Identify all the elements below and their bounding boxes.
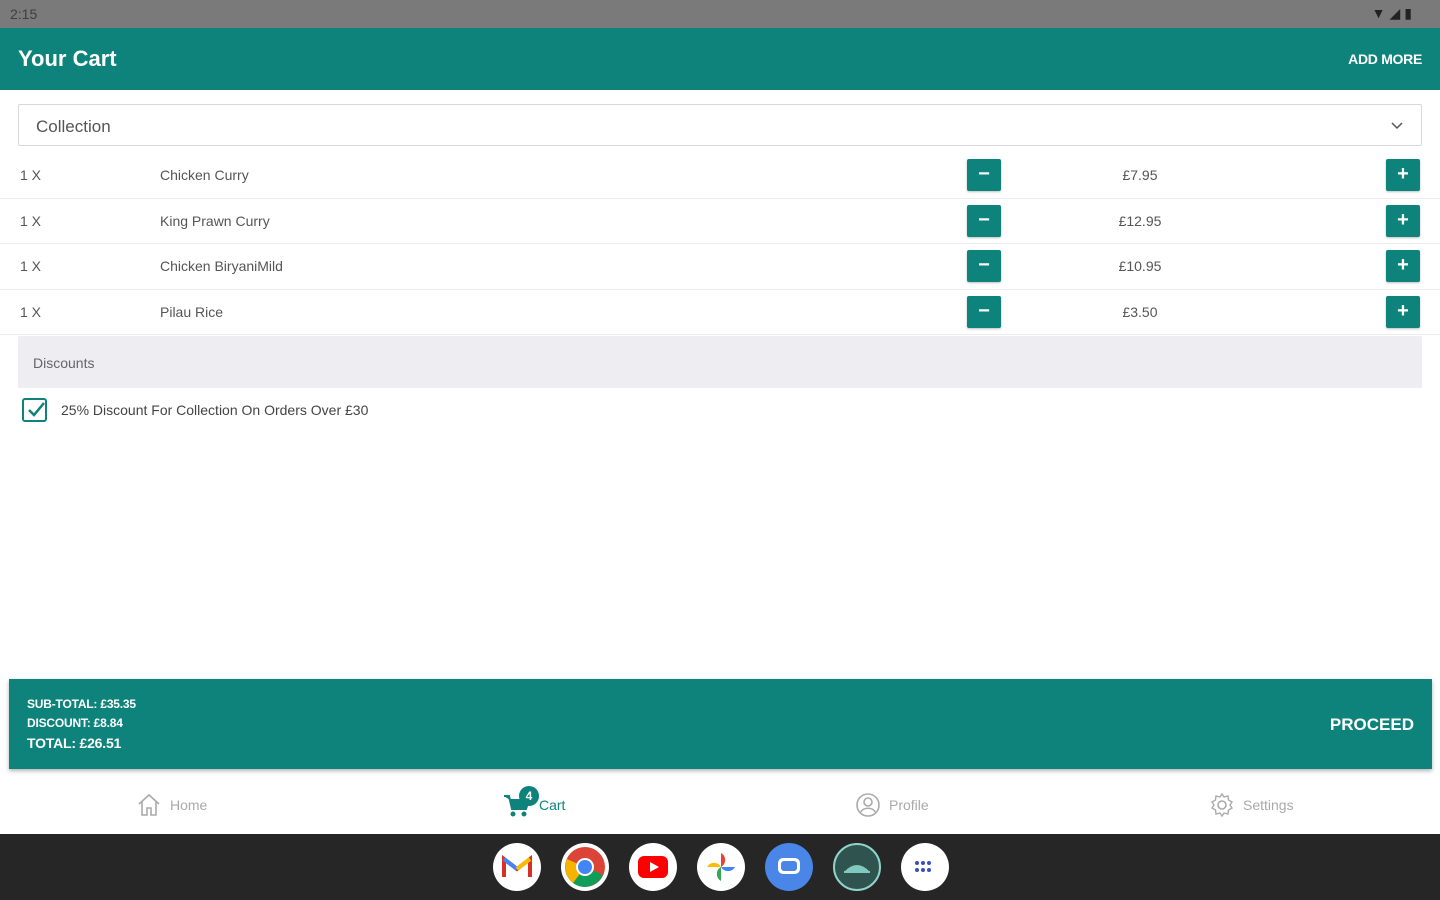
cart-items-list: 1 X Chicken Curry − £7.95 + 1 X King Pra… bbox=[0, 153, 1440, 336]
nav-item-home[interactable]: Home bbox=[136, 792, 207, 818]
item-name: Chicken Curry bbox=[160, 167, 249, 183]
item-qty: 1 X bbox=[20, 303, 42, 320]
subtotal-text: SUB-TOTAL: £35.35 bbox=[27, 697, 136, 711]
nav-item-settings[interactable]: Settings bbox=[1209, 792, 1294, 818]
increase-qty-button[interactable]: + bbox=[1386, 204, 1420, 237]
proceed-button[interactable]: PROCEED bbox=[1330, 715, 1414, 735]
item-name: Chicken BiryaniMild bbox=[160, 258, 283, 275]
system-dock bbox=[0, 834, 1440, 900]
nav-label-home: Home bbox=[170, 797, 208, 813]
photos-icon[interactable] bbox=[697, 843, 745, 891]
bottom-navigation: Home 4 Cart Profile Settings bbox=[0, 778, 1440, 834]
order-type-select[interactable]: Collection bbox=[18, 104, 1422, 146]
system-icons: ▼ ◢ ▮ bbox=[1372, 5, 1412, 21]
discounts-header: Discounts bbox=[18, 336, 1422, 388]
battery-icon: ▮ bbox=[1404, 5, 1412, 21]
cart-row: 1 X Pilau Rice − £3.50 + bbox=[0, 290, 1440, 336]
item-qty: 1 X bbox=[20, 212, 42, 229]
gear-icon bbox=[1211, 792, 1233, 818]
chevron-down-icon bbox=[1391, 122, 1403, 130]
cart-count-badge: 4 bbox=[519, 786, 539, 806]
increase-qty-button[interactable]: + bbox=[1386, 250, 1420, 283]
decrease-qty-button[interactable]: − bbox=[967, 159, 1001, 191]
item-qty: 1 X bbox=[20, 167, 42, 183]
item-price: £3.50 bbox=[1122, 303, 1158, 320]
item-name: Pilau Rice bbox=[160, 303, 224, 320]
discount-checkbox[interactable] bbox=[22, 398, 47, 422]
home-icon bbox=[138, 793, 160, 816]
decrease-qty-button[interactable]: − bbox=[967, 204, 1001, 237]
increase-qty-button[interactable]: + bbox=[1386, 295, 1420, 328]
youtube-icon[interactable] bbox=[629, 843, 677, 891]
order-summary-bar: SUB-TOTAL: £35.35 DISCOUNT: £8.84 TOTAL:… bbox=[9, 679, 1432, 769]
decrease-qty-button[interactable]: − bbox=[967, 250, 1001, 283]
item-price: £10.95 bbox=[1118, 258, 1162, 275]
restaurant-app-icon[interactable] bbox=[833, 843, 881, 891]
checkmark-icon bbox=[28, 402, 45, 417]
nav-label-profile: Profile bbox=[889, 797, 929, 813]
chrome-icon[interactable] bbox=[561, 843, 609, 891]
discount-text: DISCOUNT: £8.84 bbox=[27, 716, 123, 730]
item-price: £12.95 bbox=[1118, 212, 1162, 229]
item-price: £7.95 bbox=[1122, 167, 1158, 183]
status-bar: 2:15 ▼ ◢ ▮ bbox=[0, 0, 1440, 28]
total-text: TOTAL: £26.51 bbox=[27, 735, 122, 751]
decrease-qty-button[interactable]: − bbox=[967, 295, 1001, 328]
cart-row: 1 X Chicken Curry − £7.95 + bbox=[0, 153, 1440, 199]
cart-row: 1 X Chicken BiryaniMild − £10.95 + bbox=[0, 244, 1440, 290]
signal-icon: ◢ bbox=[1389, 5, 1401, 21]
gmail-icon[interactable] bbox=[493, 843, 541, 891]
app-bar: Your Cart ADD MORE bbox=[0, 28, 1440, 90]
wifi-icon: ▼ bbox=[1371, 5, 1386, 21]
order-type-value: Collection bbox=[36, 117, 111, 136]
page-title: Your Cart bbox=[18, 46, 117, 71]
nav-label-cart: Cart bbox=[539, 797, 566, 813]
item-name: King Prawn Curry bbox=[160, 212, 270, 229]
discount-label: 25% Discount For Collection On Orders Ov… bbox=[61, 402, 369, 418]
add-more-button[interactable]: ADD MORE bbox=[1348, 51, 1422, 67]
app-drawer-icon[interactable] bbox=[901, 843, 949, 891]
profile-icon bbox=[856, 793, 880, 817]
clock: 2:15 bbox=[10, 6, 38, 22]
nav-item-profile[interactable]: Profile bbox=[855, 792, 929, 818]
item-qty: 1 X bbox=[20, 258, 42, 275]
increase-qty-button[interactable]: + bbox=[1386, 159, 1420, 191]
cart-row: 1 X King Prawn Curry − £12.95 + bbox=[0, 199, 1440, 245]
discounts-title: Discounts bbox=[33, 355, 95, 371]
nav-item-cart[interactable]: 4 Cart bbox=[503, 786, 566, 818]
discount-option[interactable]: 25% Discount For Collection On Orders Ov… bbox=[22, 397, 368, 423]
nav-label-settings: Settings bbox=[1243, 797, 1294, 813]
messages-icon[interactable] bbox=[765, 843, 813, 891]
